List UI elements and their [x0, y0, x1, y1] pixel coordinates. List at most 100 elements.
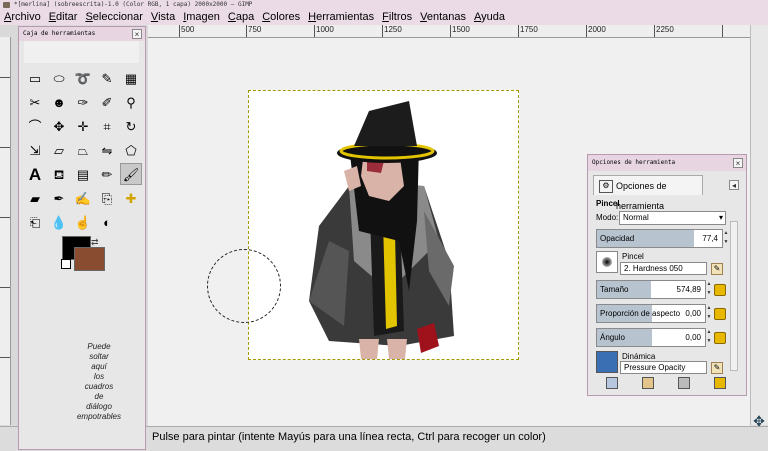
size-spinner[interactable]: ▲ ▼ [706, 280, 712, 299]
text-icon[interactable]: A [24, 163, 46, 185]
size-slider[interactable]: Tamaño 574,89 [596, 280, 706, 299]
gimp-app-icon [3, 2, 10, 8]
blend-icon[interactable]: ▤ [72, 163, 94, 185]
drop-hint-line: de [94, 392, 104, 401]
foreground-select-icon[interactable]: ☻ [48, 91, 70, 113]
free-select-icon[interactable]: ➰ [72, 67, 94, 89]
menu-ayuda[interactable]: Ayuda [470, 10, 509, 25]
rect-select-icon[interactable]: ▭ [24, 67, 46, 89]
aspect-spinner[interactable]: ▲ ▼ [706, 304, 712, 323]
shear-icon[interactable]: ▱ [48, 139, 70, 161]
menu-seleccionar[interactable]: Seleccionar [81, 10, 146, 25]
drop-hint-line: soltar [89, 352, 109, 361]
brush-preview[interactable] [596, 251, 618, 273]
menu-imagen[interactable]: Imagen [179, 10, 224, 25]
menu-colores[interactable]: Colores [258, 10, 304, 25]
rotate-icon[interactable]: ↻ [120, 115, 142, 137]
ellipse-select-icon[interactable]: ⬭ [48, 67, 70, 89]
dynamics-label: Dinámica [622, 352, 656, 361]
flip-icon[interactable]: ⇋ [96, 139, 118, 161]
move-icon[interactable]: ✥ [48, 115, 70, 137]
vertical-scrollbar[interactable] [750, 25, 768, 425]
cage-icon[interactable]: ⬠ [120, 139, 142, 161]
reset-size-icon[interactable] [714, 284, 726, 296]
reset-colors-icon[interactable] [61, 259, 71, 269]
smudge-icon[interactable]: ☝ [72, 211, 94, 233]
paintbrush-icon[interactable]: 🖌 [120, 163, 142, 185]
size-value: 574,89 [676, 285, 701, 294]
color-picker-icon[interactable]: ✐ [96, 91, 118, 113]
pencil-icon[interactable]: ✏ [96, 163, 118, 185]
ink-icon[interactable]: ✍ [72, 187, 94, 209]
aspect-value: 0,00 [685, 309, 701, 318]
edit-brush-icon[interactable]: ✎ [711, 263, 723, 275]
menu-herramientas[interactable]: Herramientas [304, 10, 378, 25]
dynamics-field[interactable]: Pressure Opacity [620, 361, 707, 374]
save-options-icon[interactable] [606, 377, 618, 389]
bucket-fill-icon[interactable]: ⛾ [48, 163, 70, 185]
airbrush-icon[interactable]: ✒ [48, 187, 70, 209]
align-icon[interactable]: ✛ [72, 115, 94, 137]
perspective-icon[interactable]: ⏢ [72, 139, 94, 161]
brush-name-field[interactable]: 2. Hardness 050 [620, 262, 707, 275]
opacity-slider[interactable]: Opacidad 77,4 [596, 229, 723, 248]
window-title: *[merlina] (sobreescrita)-1.0 (Color RGB… [14, 1, 253, 8]
eraser-icon[interactable]: ▰ [24, 187, 46, 209]
opacity-spinner[interactable]: ▲ ▼ [723, 229, 729, 248]
blur-icon[interactable]: 💧 [48, 211, 70, 233]
swap-colors-icon[interactable]: ⇄ [91, 237, 99, 248]
reset-options-icon[interactable] [714, 377, 726, 389]
menu-filtros[interactable]: Filtros [378, 10, 416, 25]
ruler-label: 1250 [384, 25, 402, 34]
ruler-label: 500 [181, 25, 195, 34]
angle-label: Ángulo [600, 333, 625, 342]
reset-aspect-icon[interactable] [714, 308, 726, 320]
ruler-label: 2000 [588, 25, 606, 34]
heal-icon[interactable]: ✚ [120, 187, 142, 209]
image-canvas[interactable] [248, 90, 519, 360]
close-icon[interactable]: × [733, 158, 743, 168]
menu-editar[interactable]: Editar [45, 10, 82, 25]
menubar: Archivo Editar Seleccionar Vista Imagen … [0, 10, 768, 25]
scale-icon[interactable]: ⇲ [24, 139, 46, 161]
navigate-icon[interactable]: ✥ [752, 414, 766, 428]
size-label: Tamaño [600, 285, 629, 294]
zoom-icon[interactable]: ⚲ [120, 91, 142, 113]
tool-options-icon: ⚙ [599, 180, 613, 193]
horizontal-ruler[interactable]: 500 750 1000 1250 1500 1750 2000 2250 [148, 25, 750, 38]
drop-hint-line: los [93, 372, 105, 381]
options-scrollbar[interactable] [730, 221, 738, 371]
mode-label: Modo: [596, 213, 619, 222]
paths-icon[interactable]: ✑ [72, 91, 94, 113]
drop-hint: Puede soltar aquí los cuadros de diálogo… [59, 342, 139, 422]
restore-options-icon[interactable] [642, 377, 654, 389]
angle-slider[interactable]: Ángulo 0,00 [596, 328, 706, 347]
drop-hint-line: Puede [87, 342, 111, 351]
aspect-slider[interactable]: Proporción de aspecto 0,00 [596, 304, 706, 323]
dodge-icon[interactable]: ◐ [96, 211, 118, 233]
color-select-icon[interactable]: ▦ [120, 67, 142, 89]
reset-angle-icon[interactable] [714, 332, 726, 344]
background-color[interactable] [74, 247, 105, 271]
scissors-icon[interactable]: ✂ [24, 91, 46, 113]
mode-select[interactable]: Normal ▾ [619, 211, 726, 225]
perspective-clone-icon[interactable]: ⎗ [24, 211, 46, 233]
menu-ventanas[interactable]: Ventanas [416, 10, 470, 25]
menu-archivo[interactable]: Archivo [0, 10, 45, 25]
fuzzy-select-icon[interactable]: ✎ [96, 67, 118, 89]
edit-dynamics-icon[interactable]: ✎ [711, 362, 723, 374]
measure-icon[interactable]: ⌒ [24, 115, 46, 137]
crop-icon[interactable]: ⌗ [96, 115, 118, 137]
tab-tool-options[interactable]: ⚙ Opciones de herramienta [593, 175, 703, 211]
dynamics-icon[interactable] [596, 351, 618, 373]
vertical-ruler[interactable] [0, 37, 11, 425]
menu-vista[interactable]: Vista [147, 10, 179, 25]
angle-spinner[interactable]: ▲ ▼ [706, 328, 712, 347]
tab-menu-icon[interactable]: ◂ [729, 180, 739, 190]
clone-icon[interactable]: ⎘ [96, 187, 118, 209]
close-icon[interactable]: × [132, 29, 142, 39]
opacity-label: Opacidad [600, 234, 635, 243]
delete-options-icon[interactable] [678, 377, 690, 389]
menu-capa[interactable]: Capa [224, 10, 258, 25]
artwork-illustration [309, 101, 454, 359]
